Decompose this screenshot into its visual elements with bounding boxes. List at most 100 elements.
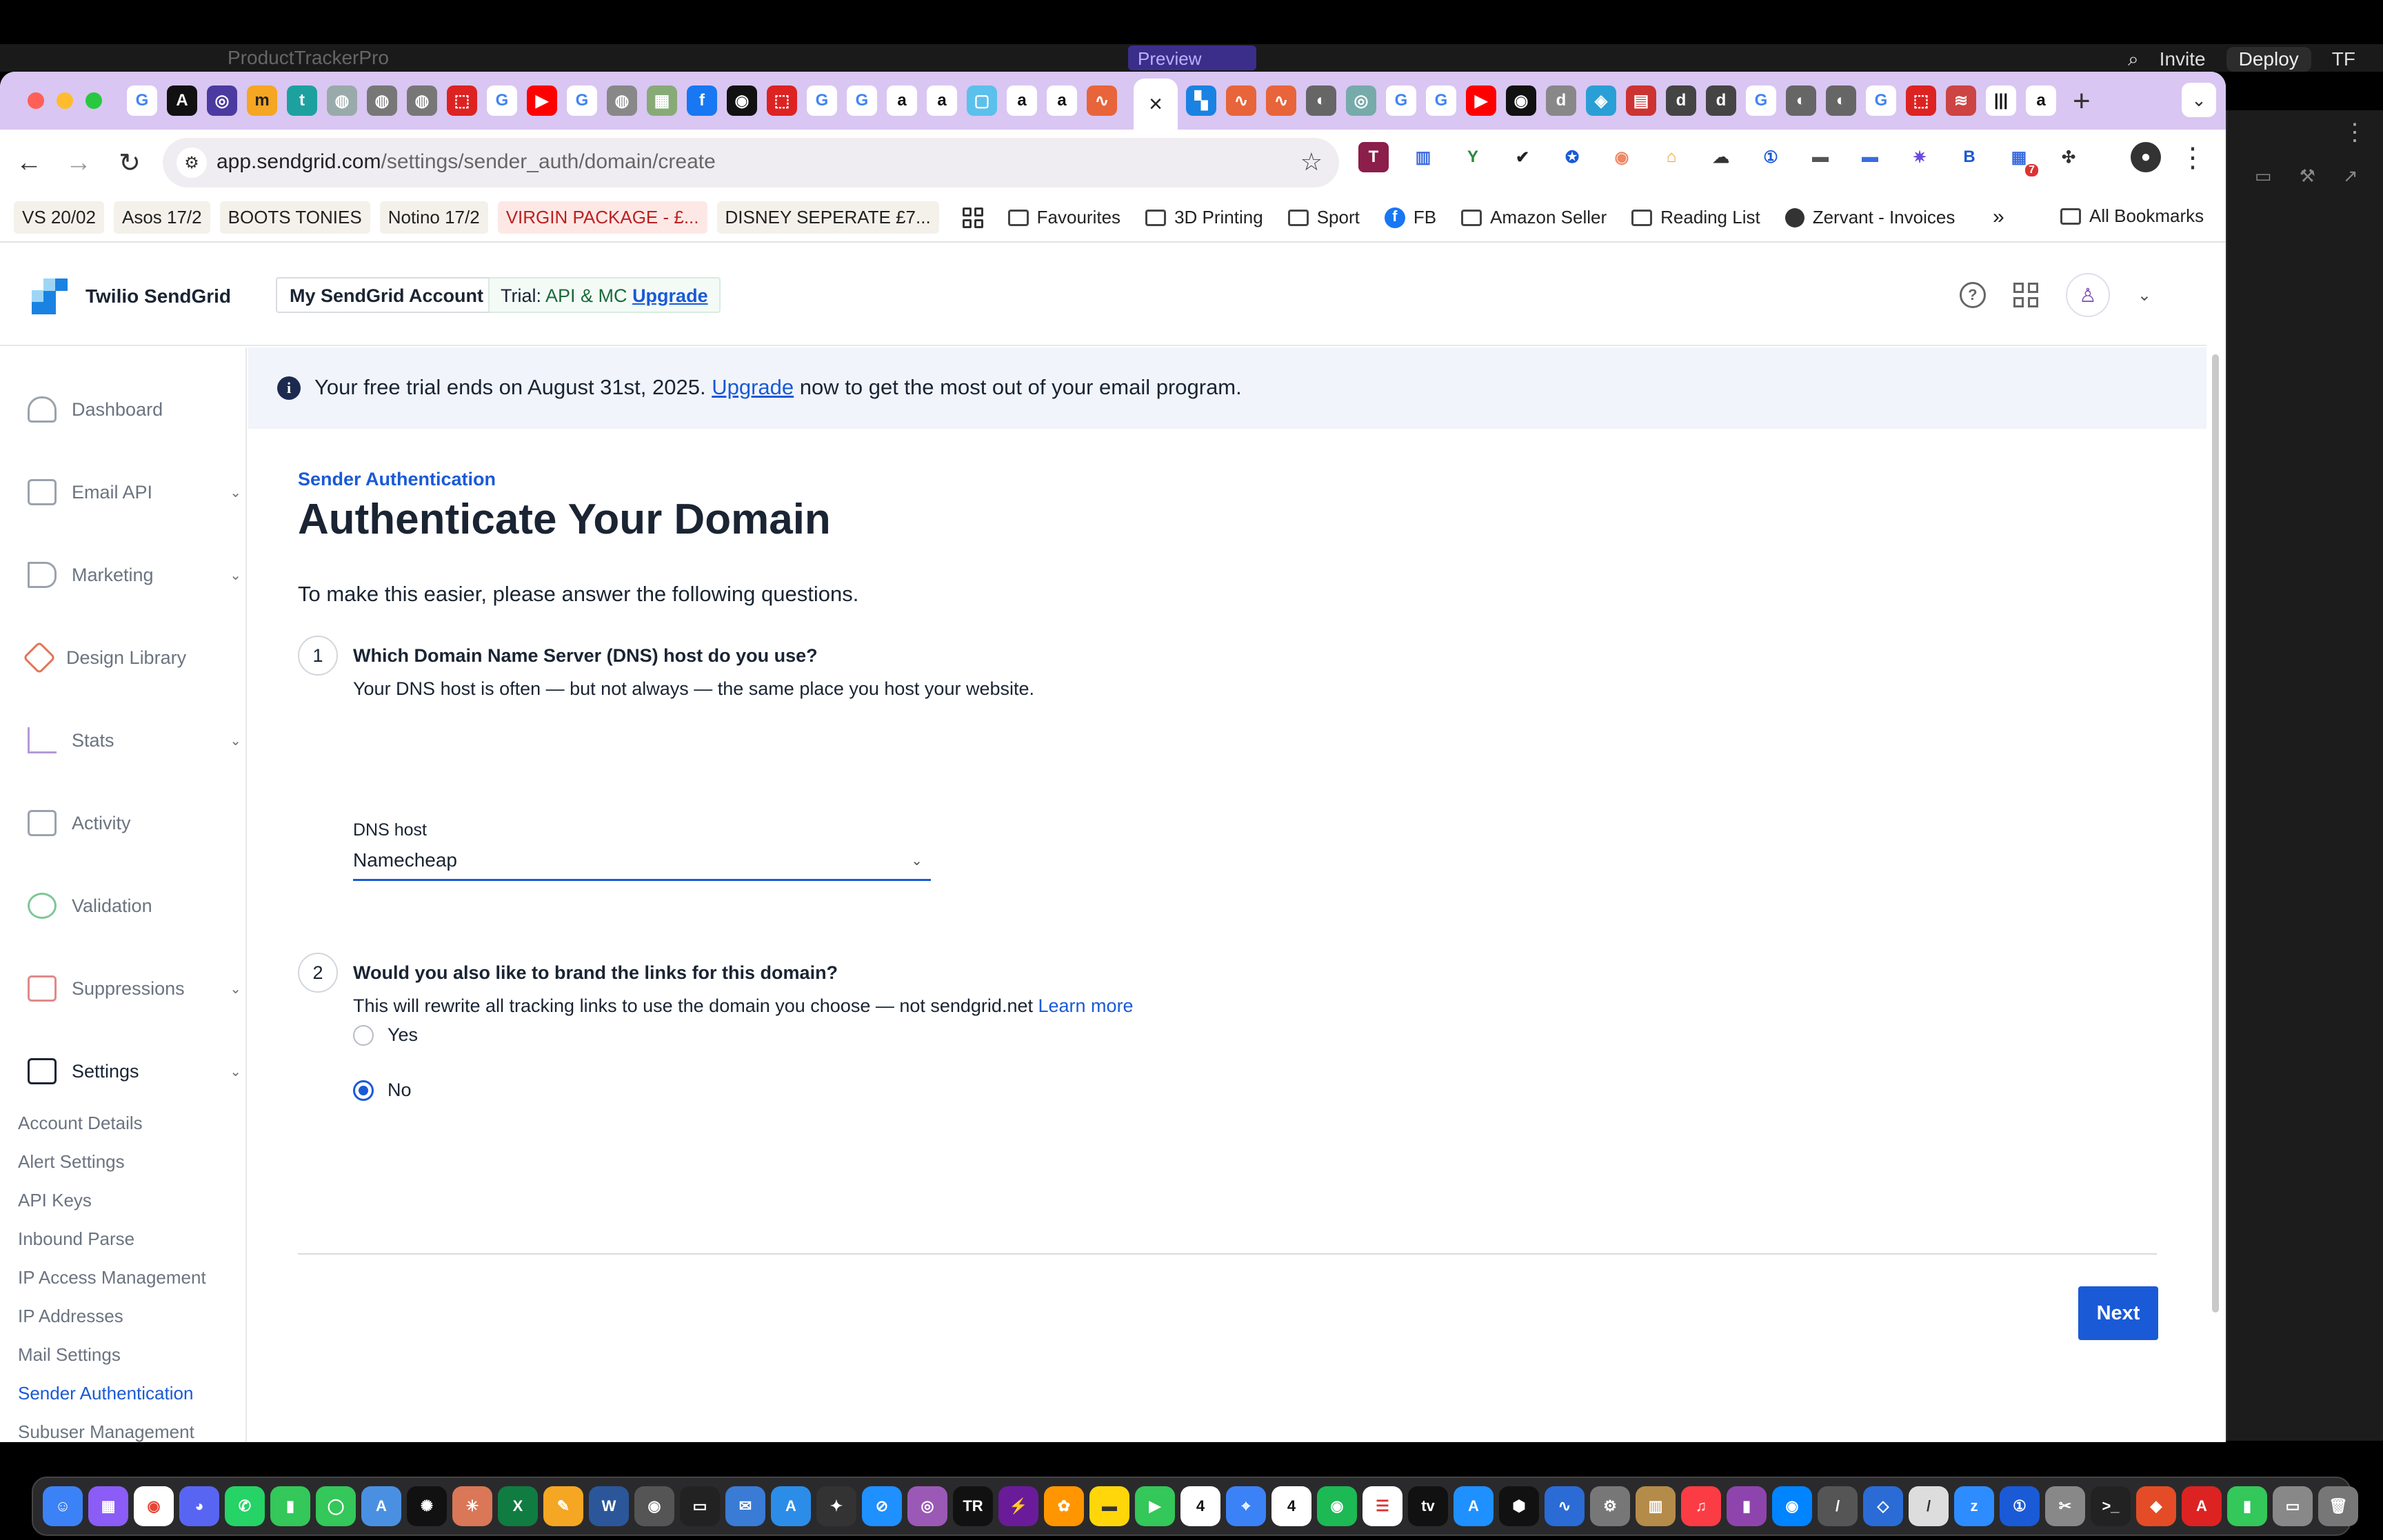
site-settings-icon[interactable]: ⚙ [177,148,207,178]
apps-grid-icon[interactable] [2013,283,2038,307]
devcore-tab-icon[interactable]: d [1666,85,1696,116]
app-tab-icon[interactable]: ◎ [207,85,237,116]
launchpad-icon[interactable]: ▦ [88,1486,128,1526]
settings-sub-alert-settings[interactable]: Alert Settings [18,1151,125,1173]
google-tab-icon[interactable]: G [847,85,877,116]
calendar-icon[interactable]: 4 [1180,1486,1220,1526]
my-account-button[interactable]: My SendGrid Account [276,277,498,313]
generic-tab-icon[interactable]: ◍ [607,85,637,116]
numbers-icon[interactable]: ▮ [2227,1486,2267,1526]
app-icon[interactable]: ◉ [634,1486,674,1526]
numbers-icon[interactable]: ▮ [270,1486,310,1526]
tr-app-icon[interactable]: TR [953,1486,993,1526]
app-icon[interactable]: ⬢ [1499,1486,1539,1526]
radio-yes[interactable]: Yes [353,1024,418,1046]
app-icon[interactable]: ◇ [1863,1486,1903,1526]
generic-tab-icon[interactable]: ◐ [1826,85,1856,116]
google-tab-icon[interactable]: G [807,85,837,116]
bookmark-folder[interactable]: Sport [1287,207,1360,228]
folder-extension-icon[interactable]: ▬ [1855,142,1885,172]
minimize-window-button[interactable] [57,92,73,109]
final-cut-icon[interactable]: ✦ [816,1486,856,1526]
bookmark-item[interactable]: Zervant - Invoices [1784,207,1955,228]
amazon-tab-icon[interactable]: a [1007,85,1037,116]
upgrade-link[interactable]: Upgrade [632,285,708,306]
amazon-tab-icon[interactable]: a [1047,85,1077,116]
chatgpt-icon[interactable]: ✺ [407,1486,447,1526]
settings-sub-sender-authentication[interactable]: Sender Authentication [18,1383,193,1404]
puzzle-icon[interactable]: ✣ [2053,142,2084,172]
notes-icon[interactable]: ▬ [1089,1486,1129,1526]
generic-tab-icon[interactable]: ∿ [1266,85,1296,116]
extension-icon[interactable]: ✷ [1904,142,1935,172]
user-initials-avatar[interactable]: TF [2332,48,2355,70]
google-tab-icon[interactable]: G [487,85,517,116]
extension-icon[interactable]: T [1358,142,1389,172]
youtube-tab-icon[interactable]: ▶ [1466,85,1496,116]
photos-icon[interactable]: ✿ [1044,1486,1084,1526]
podcasts-icon[interactable]: ◎ [907,1486,947,1526]
invite-button[interactable]: Invite [2160,48,2206,70]
spotify-icon[interactable]: ◉ [1317,1486,1357,1526]
app-icon[interactable]: ✂ [2045,1486,2085,1526]
app-store-icon[interactable]: A [361,1486,401,1526]
whatsapp-icon[interactable]: ✆ [225,1486,265,1526]
tab-search-chevron-icon[interactable]: ⌄ [2182,83,2216,117]
reminders-icon[interactable]: ☰ [1363,1486,1402,1526]
sendgrid-tab-icon[interactable]: ▚ [1186,85,1216,116]
pdf-tab-icon[interactable]: ⬚ [447,85,477,116]
music-icon[interactable]: ♫ [1681,1486,1721,1526]
profile-avatar[interactable]: ● [2131,142,2161,172]
pdf-tab-icon[interactable]: ⬚ [767,85,797,116]
messenger-icon[interactable]: ◉ [1772,1486,1812,1526]
settings-sub-api-keys[interactable]: API Keys [18,1190,92,1211]
sidebar-item-suppressions[interactable]: Suppressions ⌄ [28,968,241,1009]
bookmark-folder[interactable]: 3D Printing [1145,207,1263,228]
zoom-window-button[interactable] [86,92,102,109]
facetime-icon[interactable]: ▶ [1135,1486,1175,1526]
sidebar-item-marketing[interactable]: Marketing ⌄ [28,554,241,596]
forward-arrow-icon[interactable]: → [59,143,98,182]
settings-sub-account-details[interactable]: Account Details [18,1113,143,1134]
wrench-icon[interactable]: ⚒ [2300,165,2315,187]
sidebar-item-validation[interactable]: Validation [28,885,241,926]
google-tab-icon[interactable]: G [1426,85,1456,116]
browser-menu-icon[interactable]: ⋮ [2179,142,2206,174]
address-bar[interactable]: ⚙ app.sendgrid.com/settings/sender_auth/… [163,138,1339,188]
bookmark-item[interactable]: DISNEY SEPERATE £7... [716,201,939,234]
more-bookmarks-button[interactable]: » [1993,205,2004,229]
anthropic-tab-icon[interactable]: A [167,85,197,116]
app-store-badge-icon[interactable]: A [771,1486,811,1526]
sidebar-item-dashboard[interactable]: Dashboard [28,389,241,430]
settings-sub-ip-addresses[interactable]: IP Addresses [18,1306,123,1327]
help-icon[interactable]: ? [1959,282,1986,308]
background-preview-tab[interactable]: Preview [1128,45,1256,70]
chart-extension-icon[interactable]: ▥ [1408,142,1438,172]
amazon-tab-icon[interactable]: a [887,85,917,116]
google-tab-icon[interactable]: G [127,85,157,116]
bookmark-item[interactable]: VS 20/02 [14,201,104,234]
cloud-extension-icon[interactable]: ☁ [1706,142,1736,172]
excel-icon[interactable]: X [498,1486,538,1526]
sidebar-item-activity[interactable]: Activity [28,802,241,844]
google-tab-icon[interactable]: G [1386,85,1416,116]
generic-tab-icon[interactable]: ∿ [1087,85,1117,116]
app-icon[interactable]: ◆ [2136,1486,2176,1526]
more-options-icon[interactable]: ⋮ [2343,119,2366,146]
pages-icon[interactable]: ✎ [543,1486,583,1526]
mail-icon[interactable]: ✉ [725,1486,765,1526]
apple-tv-icon[interactable]: tv [1408,1486,1448,1526]
bookmark-folder[interactable]: Favourites [1007,207,1120,228]
google-tab-icon[interactable]: G [567,85,597,116]
generic-tab-icon[interactable]: ≋ [1946,85,1976,116]
settings-sub-subuser-management[interactable]: Subuser Management [18,1421,194,1442]
amazon-tab-icon[interactable]: a [2026,85,2056,116]
generic-tab-icon[interactable]: ▦ [647,85,677,116]
url-text[interactable]: app.sendgrid.com/settings/sender_auth/do… [217,150,716,174]
terminal-icon[interactable]: >_ [2091,1486,2131,1526]
monitor-icon[interactable]: ▭ [680,1486,720,1526]
generic-tab-icon[interactable]: ▢ [967,85,997,116]
radio-no[interactable]: No [353,1080,412,1101]
pdf-tab-icon[interactable]: ⬚ [1906,85,1936,116]
app-icon[interactable]: ∿ [1545,1486,1585,1526]
